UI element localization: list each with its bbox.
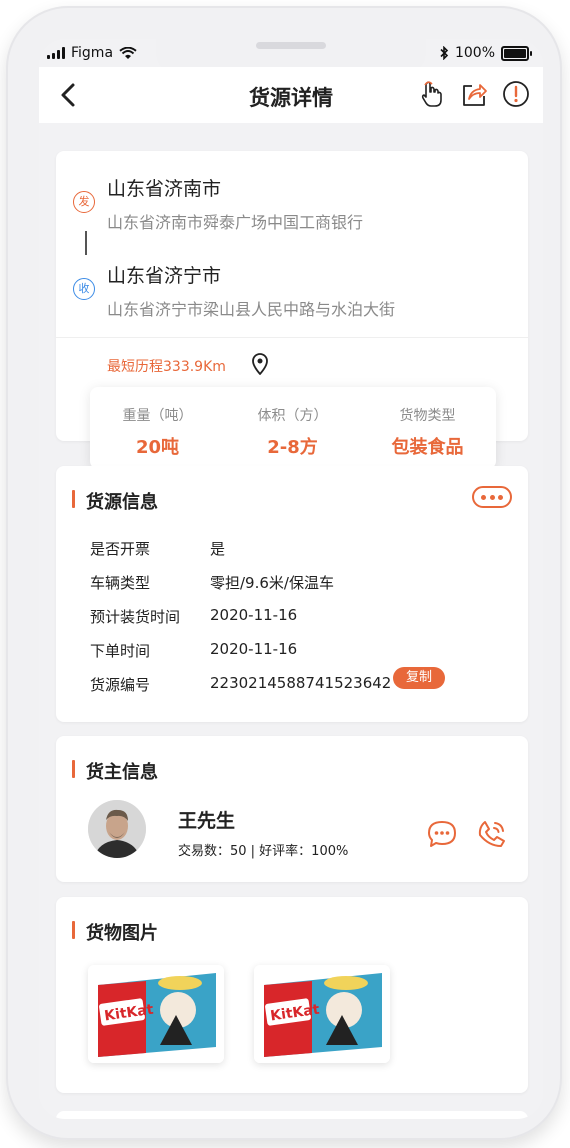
avatar [88, 800, 146, 858]
info-value: 2020-11-16 [210, 640, 298, 658]
stat-volume: 体积（方） 2-8方 [225, 387, 360, 469]
info-key: 车辆类型 [90, 574, 151, 592]
report-icon[interactable] [501, 79, 531, 109]
cargo-info-card: 货源信息 是否开票 是 车辆类型 零担/9.6米/保温车 预计装货时间 2020… [56, 466, 528, 722]
info-key: 是否开票 [90, 540, 151, 558]
more-dots-icon[interactable] [472, 486, 512, 508]
route-connector [85, 231, 87, 255]
owner-stats: 交易数：50 | 好评率：100% [178, 844, 349, 859]
carrier-label: Figma [71, 45, 114, 61]
owner-card: 货主信息 王先生 交易数：50 | 好评率：100% [56, 736, 528, 882]
signal-bars-icon [47, 47, 65, 59]
stat-label: 重量（吨） [122, 408, 193, 424]
phone-icon[interactable] [476, 818, 508, 850]
stat-label: 体积（方） [257, 408, 328, 424]
info-value: 2230214588741523642 [210, 674, 392, 692]
info-value: 2020-11-16 [210, 606, 298, 624]
hand-tap-icon[interactable] [417, 79, 447, 109]
stat-weight: 重量（吨） 20吨 [90, 387, 225, 469]
info-key: 下单时间 [90, 642, 151, 660]
destination-tag: 收 [73, 278, 95, 300]
section-title: 货物图片 [72, 919, 158, 945]
speaker [256, 42, 326, 49]
cargo-stats: 重量（吨） 20吨 体积（方） 2-8方 货物类型 包装食品 [90, 387, 496, 469]
info-key: 货源编号 [90, 676, 151, 694]
battery-percent: 100% [454, 45, 495, 61]
destination-address: 山东省济宁市梁山县人民中路与水泊大街 [107, 300, 396, 319]
stat-label: 货物类型 [399, 408, 456, 424]
battery-icon [501, 45, 532, 61]
next-card-edge [56, 1111, 528, 1119]
origin-address: 山东省济南市舜泰广场中国工商银行 [107, 213, 364, 232]
distance-text: 最短历程333.9Km [107, 359, 226, 375]
section-title: 货源信息 [72, 488, 158, 514]
nav-bar: 货源详情 [39, 67, 543, 123]
cargo-photos-card: 货物图片 KitKat KitKat [56, 897, 528, 1093]
bluetooth-icon [440, 46, 449, 60]
section-title: 货主信息 [72, 758, 158, 784]
stat-cargo-type: 货物类型 包装食品 [360, 387, 495, 469]
info-value: 是 [210, 540, 226, 558]
status-bar: Figma 100% [39, 39, 543, 75]
origin-city: 山东省济南市 [107, 178, 222, 200]
app-screen: Figma 100% 货源详情 发 收 山东省济南市 山东省济南市舜泰广场中国工… [39, 39, 543, 1119]
info-value: 零担/9.6米/保温车 [210, 574, 334, 592]
stat-value: 20吨 [135, 437, 180, 458]
origin-tag: 发 [73, 191, 95, 213]
chat-icon[interactable] [426, 818, 458, 850]
destination-city: 山东省济宁市 [107, 265, 222, 287]
cargo-photo-2[interactable]: KitKat [254, 965, 390, 1063]
phone-frame: Figma 100% 货源详情 发 收 山东省济南市 山东省济南市舜泰广场中国工… [6, 6, 562, 1140]
share-icon[interactable] [459, 79, 489, 109]
stat-value: 2-8方 [267, 437, 318, 458]
info-key: 预计装货时间 [90, 608, 181, 626]
owner-name: 王先生 [178, 810, 236, 832]
divider [56, 337, 528, 338]
stat-value: 包装食品 [391, 437, 464, 458]
cargo-photo-1[interactable]: KitKat [88, 965, 224, 1063]
wifi-icon [119, 46, 137, 59]
copy-button[interactable]: 复制 [393, 667, 445, 689]
location-pin-icon[interactable] [250, 352, 270, 376]
